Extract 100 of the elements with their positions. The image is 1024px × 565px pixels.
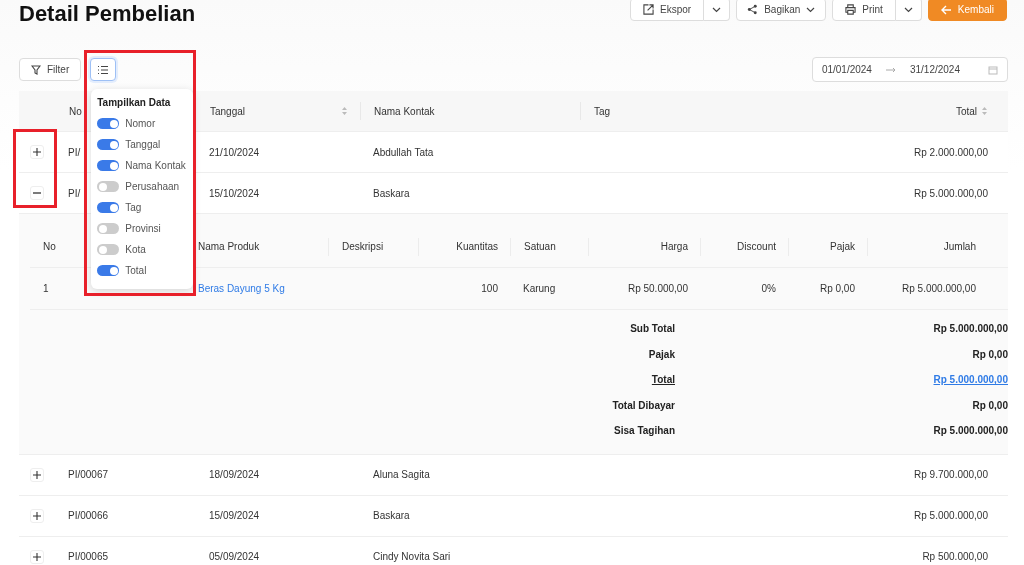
print-button[interactable]: Print [832,0,896,21]
plus-icon [33,470,41,479]
toggle-switch[interactable] [97,139,120,150]
summary-value: Rp 5.000.000,00 [933,425,1008,437]
end-date: 31/12/2024 [909,64,960,75]
summary-value: Rp 0,00 [972,399,1008,411]
toggle-switch[interactable] [97,244,120,255]
dropdown-button[interactable] [895,0,922,21]
export-button[interactable]: Ekspor [630,0,705,21]
table-cell: PI/00067 [68,469,109,480]
table-cell: Rp 500.000,00 [922,551,988,562]
table-cell: Baskara [373,187,410,199]
dropdown-button[interactable] [704,0,731,21]
expand-button[interactable] [30,467,44,482]
toggle-label: Tag [125,202,142,213]
column-header: Tanggal [210,105,246,117]
expand-button[interactable] [30,145,44,159]
menu-title: Tampilkan Data [97,97,172,108]
toggle-switch[interactable] [97,160,120,171]
column-header: Harga [660,241,688,252]
table-cell: PI/ [68,187,81,199]
toggle-label: Nama Kontak [125,160,186,171]
filter-button[interactable]: Filter [19,58,82,81]
summary-value: Rp 5.000.000,00 [933,323,1008,335]
table-cell: PI/00065 [68,551,109,562]
table-cell: Aluna Sagita [373,469,430,480]
expand-button[interactable] [30,508,44,523]
table-cell: 18/09/2024 [209,469,260,480]
table-cell: Rp 5.000.000,00 [914,510,988,521]
table-cell: 100 [481,283,498,294]
table-cell: 1 [43,283,49,294]
toggle-switch[interactable] [97,223,120,234]
column-header: Total [955,105,977,117]
arrow-right-icon [885,66,896,73]
caret-icon [903,6,913,13]
expand-button[interactable] [30,549,44,564]
sort-icon[interactable] [341,106,348,116]
table-cell: Rp 9.700.000,00 [914,469,988,480]
toggle-switch[interactable] [97,118,120,129]
table-cell: Rp 50.000,00 [627,283,688,294]
caret-icon [712,6,722,13]
toggle-switch[interactable] [97,202,120,213]
summary-label: Total [651,374,675,386]
summary-label: Total Dibayar [612,399,675,411]
toggle-label: Tanggal [125,139,161,150]
table-cell: Cindy Novita Sari [373,551,451,562]
sort-icon[interactable] [981,106,988,116]
summary-label: Pajak [648,348,675,360]
toggle-label: Perusahaan [125,181,180,192]
column-header: Jumlah [943,241,976,252]
column-header: Discount [737,241,776,252]
page-title: Detail Pembelian [19,1,196,27]
summary-label: Sisa Tagihan [614,425,675,437]
share-button[interactable]: Bagikan [736,0,827,21]
start-date: 01/01/2024 [821,64,872,75]
column-header: Nama Kontak [374,105,435,117]
table-cell: Rp 5.000.000,00 [914,187,988,199]
toggle-label: Kota [125,244,146,255]
summary-label: Sub Total [630,323,675,335]
table-cell: Rp 0,00 [819,283,855,294]
toggle-switch[interactable] [97,265,120,276]
column-header: Nama Produk [198,241,260,252]
printer-icon [845,4,857,15]
column-header: No [69,105,82,117]
table-cell: 05/09/2024 [209,551,260,562]
table-cell: 15/09/2024 [209,510,260,521]
toggle-label: Provinsi [125,223,161,234]
table-cell: PI/ [68,146,81,158]
list-icon [97,64,110,75]
column-header: Deskripsi [342,241,384,252]
column-header: Pajak [830,241,855,252]
caret-icon [806,6,816,13]
share-icon [747,4,759,15]
calendar-icon [988,64,998,75]
column-header: Satuan [524,241,556,252]
arrow-left-icon [940,4,952,15]
table-cell: 15/10/2024 [209,187,260,199]
plus-icon [33,552,41,561]
table-cell: Karung [523,283,556,294]
table-cell: 0% [761,283,776,294]
plus-icon [33,148,41,156]
summary-value: Rp 0,00 [972,348,1008,360]
product-link[interactable]: Beras Dayung 5 Kg [198,283,285,294]
table-cell: PI/00066 [68,510,109,521]
column-header: Kuantitas [456,241,498,252]
plus-icon [33,511,41,520]
filter-icon [31,64,41,75]
export-icon [643,4,655,15]
date-range-field[interactable]: 01/01/2024 31/12/2024 [811,57,1008,82]
table-cell: Baskara [373,510,410,521]
table-cell: Abdullah Tata [373,146,434,158]
toggle-label: Total [125,265,147,276]
columns-button[interactable] [90,58,117,81]
toggle-switch[interactable] [97,181,120,192]
toggle-label: Nomor [125,118,156,129]
table-cell: Rp 2.000.000,00 [914,146,988,158]
collapse-button[interactable] [30,186,44,200]
column-header: Tag [594,105,611,117]
table-cell: 21/10/2024 [209,146,260,158]
summary-value[interactable]: Rp 5.000.000,00 [933,374,1008,386]
